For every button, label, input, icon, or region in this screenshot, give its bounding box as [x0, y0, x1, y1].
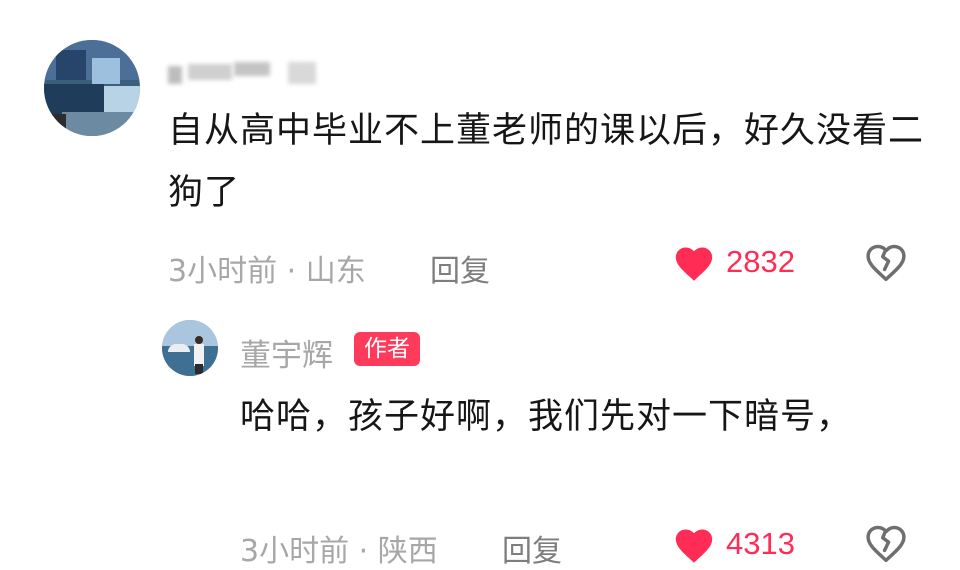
reply-like-button[interactable]: 4313: [672, 524, 795, 564]
like-count: 2832: [726, 244, 795, 279]
broken-heart-icon: [866, 244, 906, 282]
reply-author-name[interactable]: 董宇辉: [240, 330, 333, 375]
like-button[interactable]: 2832: [672, 242, 795, 282]
reply-like-count: 4313: [726, 526, 795, 561]
reply-dislike-button[interactable]: [864, 522, 908, 568]
reply-avatar[interactable]: [162, 320, 218, 376]
username-blurred[interactable]: [168, 58, 318, 86]
comment-text: 自从高中毕业不上董老师的课以后，好久没看二狗了: [168, 111, 925, 213]
heart-icon: [675, 247, 713, 281]
reply-text: 哈哈，孩子好啊，我们先对一下暗号，: [240, 397, 853, 437]
comment-time-location: 3小时前 · 山东: [168, 254, 366, 289]
broken-heart-icon: [866, 525, 906, 563]
avatar[interactable]: [44, 40, 140, 136]
reply-time-location: 3小时前 · 陕西: [240, 534, 438, 569]
reply-reply-button[interactable]: 回复: [502, 526, 562, 570]
dislike-button[interactable]: [864, 241, 908, 287]
reply-button[interactable]: 回复: [430, 246, 490, 290]
heart-icon: [675, 529, 713, 563]
author-badge: 作者: [354, 332, 420, 366]
